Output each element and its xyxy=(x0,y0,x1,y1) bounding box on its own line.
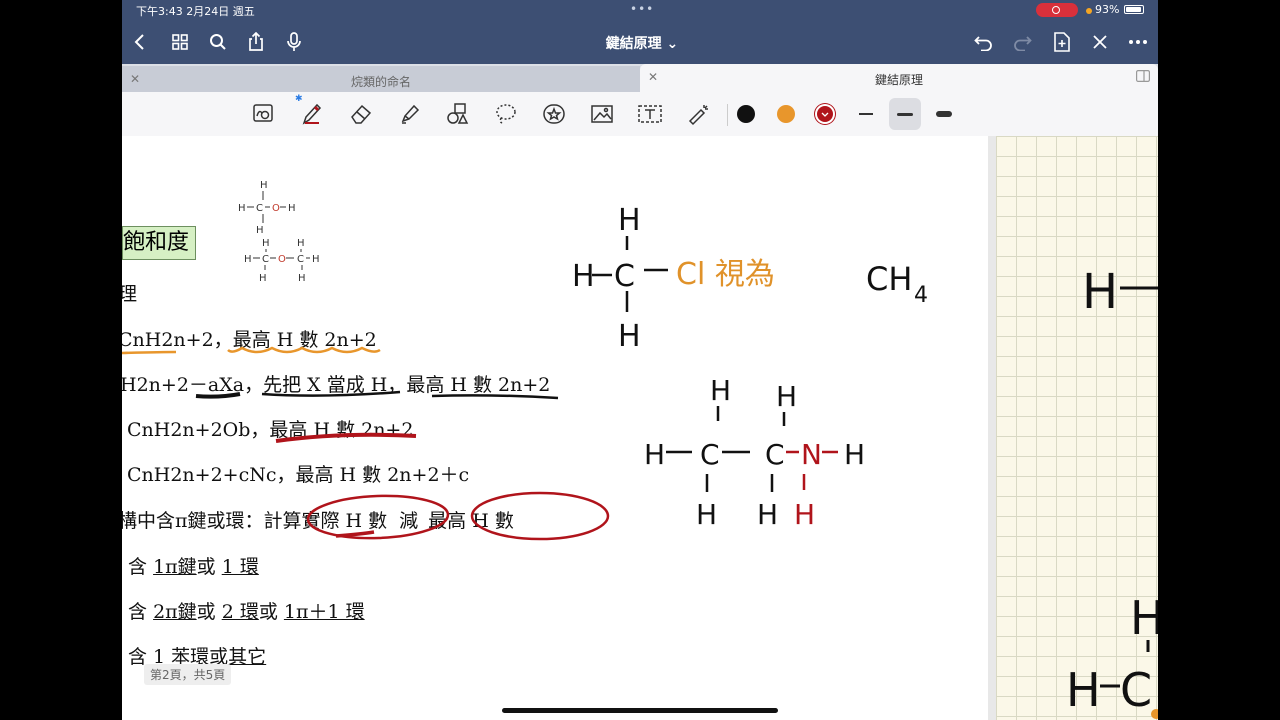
atom-label: H xyxy=(757,498,778,531)
red-underline xyxy=(275,432,417,443)
atom-label: C xyxy=(765,438,785,471)
microphone-icon[interactable] xyxy=(282,30,306,54)
search-icon[interactable] xyxy=(206,30,230,54)
undo-icon[interactable] xyxy=(972,30,996,54)
atom-label: H xyxy=(312,254,320,265)
atom-label: H xyxy=(288,203,296,214)
stroke-medium-selected[interactable] xyxy=(889,98,921,130)
atom-label: H xyxy=(572,259,595,294)
handwriting-layer: H H C O H H H H H C O C H H H H H C H Cl… xyxy=(122,180,928,541)
thumbnails-grid-icon[interactable] xyxy=(168,30,192,54)
red-circle-actual-h xyxy=(306,494,450,540)
tab-bonding-principles[interactable]: ✕ 鍵結原理 xyxy=(640,64,1158,92)
atom-label: O xyxy=(278,254,286,265)
add-page-icon[interactable] xyxy=(1050,30,1074,54)
atom-label: H xyxy=(262,238,270,249)
side-handwriting: H H H C xyxy=(1066,264,1158,719)
color-red-swatch-selected[interactable] xyxy=(817,106,833,122)
atom-label: H xyxy=(1082,264,1118,320)
atom-label: C xyxy=(1120,663,1152,717)
atom-label: C xyxy=(262,254,269,265)
top-bar: 下午3:43 2月24日 週五 ••• 93% 鍵結原理 ⌄ xyxy=(122,0,1158,64)
shapes-icon[interactable] xyxy=(444,100,472,128)
methane-formula: CH xyxy=(866,260,912,298)
atom-label: H xyxy=(1066,663,1101,717)
color-black-swatch[interactable] xyxy=(737,105,755,123)
atom-label: H xyxy=(259,273,267,284)
atom-label: H xyxy=(844,438,865,471)
atom-label: H xyxy=(1130,591,1158,645)
atom-label: N xyxy=(801,438,822,471)
methane-subscript: 4 xyxy=(914,283,928,308)
home-indicator[interactable] xyxy=(502,708,778,713)
atom-label: H xyxy=(238,203,246,214)
methyl-chloride-structure: H H C H xyxy=(572,203,641,354)
document-title-menu[interactable]: 鍵結原理 ⌄ xyxy=(562,33,722,53)
split-view-icon[interactable] xyxy=(1136,70,1151,85)
app-screen: 下午3:43 2月24日 週五 ••• 93% 鍵結原理 ⌄ ✕ 烷類的命名 ✕… xyxy=(122,0,1158,720)
battery-percent: 93% xyxy=(1095,3,1120,16)
atom-label: H xyxy=(618,319,641,354)
atom-label: H xyxy=(297,238,305,249)
pen-icon[interactable]: ✱ xyxy=(295,94,326,128)
red-circle-max-h xyxy=(470,491,610,541)
chlorine-as-label: Cl 視為 xyxy=(676,257,775,292)
color-orange-swatch[interactable] xyxy=(777,105,795,123)
atom-label: H xyxy=(244,254,252,265)
atom-label: H xyxy=(776,380,797,413)
atom-label: O xyxy=(272,203,280,214)
multitasking-dots-icon[interactable]: ••• xyxy=(630,2,654,16)
atom-label: H xyxy=(696,498,717,531)
orange-underline xyxy=(122,350,177,355)
tab-label: 烷類的命名 xyxy=(350,75,411,89)
highlighter-icon[interactable] xyxy=(396,100,424,128)
bluetooth-icon: ✱ xyxy=(295,94,303,104)
atom-label: H xyxy=(618,203,641,238)
lasso-icon[interactable] xyxy=(492,100,520,128)
sticker-icon[interactable] xyxy=(540,100,568,128)
atom-label: H xyxy=(794,498,815,531)
black-underline xyxy=(195,392,241,399)
stroke-thick[interactable] xyxy=(930,100,958,128)
back-icon[interactable] xyxy=(128,30,152,54)
atom-label: C xyxy=(297,254,304,265)
split-divider[interactable] xyxy=(988,136,996,720)
close-tools-icon[interactable] xyxy=(1088,30,1112,54)
atom-label: C xyxy=(614,259,635,294)
stroke-thin[interactable] xyxy=(852,100,880,128)
atom-label: H xyxy=(260,180,268,191)
share-icon[interactable] xyxy=(244,30,268,54)
tab-label: 鍵結原理 xyxy=(874,73,923,87)
status-time: 下午3:43 2月24日 週五 xyxy=(136,5,255,18)
orange-wavy-underline xyxy=(227,346,381,354)
side-grid-page[interactable]: H H H C xyxy=(996,136,1158,720)
note-page[interactable]: 飽和度 理 CnH2n+2，最高 H 數 2n+2 H2n+2－aXa，先把 X… xyxy=(122,136,988,720)
image-icon[interactable] xyxy=(588,100,616,128)
battery-icon xyxy=(1124,5,1144,14)
atom-label: H xyxy=(298,273,306,284)
black-underline xyxy=(431,394,559,400)
small-structure-sketch: H H C O H H H H H C O C H H H xyxy=(238,180,320,284)
atom-label: H xyxy=(710,374,731,407)
eraser-icon[interactable] xyxy=(347,100,375,128)
atom-label: C xyxy=(700,438,720,471)
atom-label: H xyxy=(644,438,665,471)
laser-pointer-icon[interactable] xyxy=(685,100,713,128)
drawing-toolbar: ✱ xyxy=(122,92,1158,137)
mic-in-use-icon xyxy=(1086,8,1092,14)
more-options-icon[interactable] xyxy=(1126,30,1150,54)
black-underline xyxy=(261,390,401,397)
tab-bar: ✕ 烷類的命名 ✕ 鍵結原理 xyxy=(122,64,1158,92)
toolbar-divider xyxy=(727,104,728,126)
redo-icon[interactable] xyxy=(1010,30,1034,54)
screen-recording-icon[interactable] xyxy=(1036,3,1078,17)
tab-alkane-naming[interactable]: ✕ 烷類的命名 xyxy=(122,66,640,92)
lasso-zoom-icon[interactable] xyxy=(250,100,278,128)
atom-label: H xyxy=(256,225,264,236)
text-box-icon[interactable] xyxy=(636,100,664,128)
atom-label: C xyxy=(256,203,263,214)
